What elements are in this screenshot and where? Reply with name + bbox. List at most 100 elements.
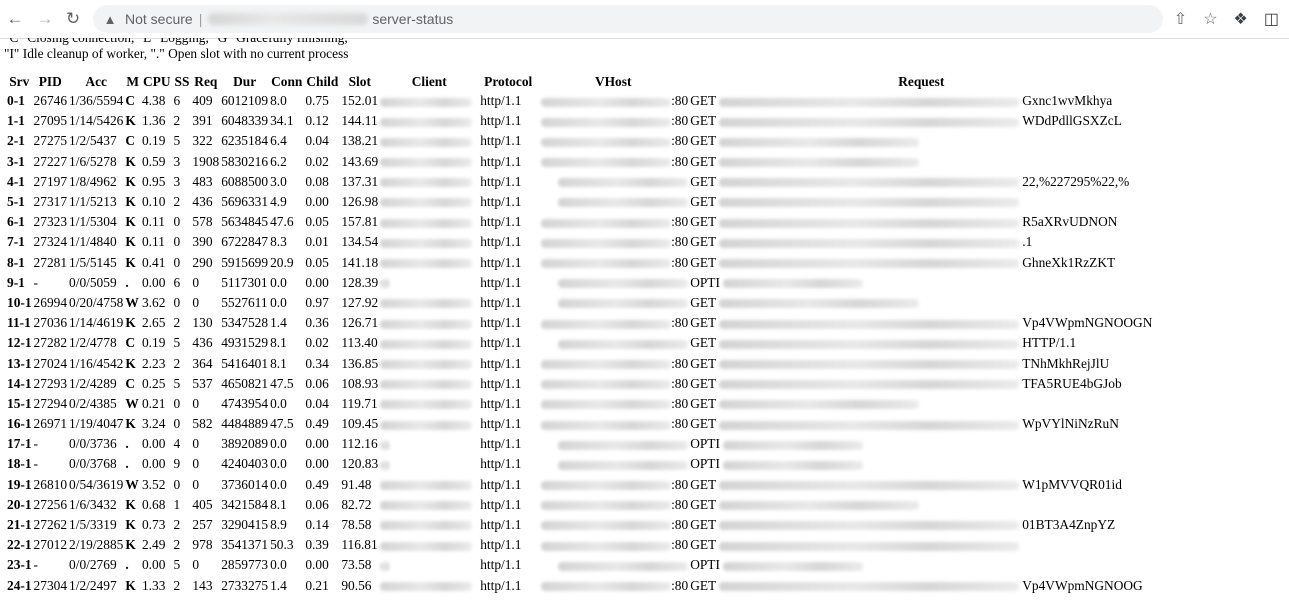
cell-vhost [537, 454, 689, 474]
table-row: 14-1 27293 1/2/4289 C 0.25 5 537 4650821 47.5 0.0… [6, 374, 1153, 394]
cell-slot: 143.69 [341, 153, 379, 169]
cell-client [379, 313, 479, 333]
side-panel-icon[interactable]: ◫ [1264, 9, 1279, 29]
cell-req: 483 [192, 173, 213, 189]
cell-acc: 1/2/5437 [69, 133, 117, 149]
forward-arrow-icon[interactable]: → [34, 8, 56, 30]
redacted-vhost [541, 259, 672, 269]
cell-cpu: 3.62 [141, 294, 166, 310]
cell-cpu: 0.41 [141, 254, 166, 270]
redacted-vhost [541, 218, 672, 228]
cell-conn: 0.0 [270, 436, 287, 452]
cell-srv: 1-1 [7, 113, 25, 129]
cell-pid: 27095 [33, 113, 68, 129]
redacted-request [719, 380, 1020, 390]
header-acc: Acc [85, 74, 107, 89]
cell-client [379, 152, 479, 172]
cell-protocol: http/1.1 [480, 294, 522, 310]
request-method: GET [690, 416, 717, 432]
table-row: 6-1 27323 1/1/5304 K 0.11 0 578 5634845 47.6 0.05… [6, 212, 1153, 232]
back-arrow-icon[interactable]: ← [4, 8, 26, 30]
cell-vhost: :80 [537, 91, 689, 111]
request-tail: TFA5RUE4bGJob [1022, 375, 1122, 391]
cell-child: 0.00 [305, 557, 329, 573]
cell-pid: 27227 [33, 153, 68, 169]
cell-req: 0 [192, 456, 200, 472]
cell-conn: 0.0 [270, 274, 287, 290]
redacted-request [719, 218, 1020, 228]
redacted-request [722, 460, 863, 470]
cell-request: GET [689, 495, 1153, 515]
cell-ss: 9 [173, 456, 181, 472]
cell-m: K [125, 113, 136, 129]
cell-slot: 136.85 [341, 355, 379, 371]
cell-protocol: http/1.1 [480, 537, 522, 553]
reload-icon[interactable]: ↻ [62, 8, 84, 30]
cell-acc: 2/19/2885 [69, 537, 124, 553]
request-method: GET [690, 194, 717, 210]
cell-cpu: 0.10 [141, 194, 166, 210]
cell-cpu: 2.49 [141, 537, 166, 553]
redacted-vhost [541, 420, 672, 430]
security-label[interactable]: Not secure [125, 11, 193, 27]
cell-client [379, 293, 479, 313]
redacted-client [380, 359, 473, 369]
bookmark-star-icon[interactable]: ☆ [1203, 9, 1217, 29]
table-row: 15-1 27294 0/2/4385 W 0.21 0 0 4743954 0.0 0.04 11… [6, 394, 1153, 414]
cell-client [379, 273, 479, 293]
cell-ss: 0 [173, 416, 181, 432]
cell-client [379, 434, 479, 454]
header-conn: Conn [271, 74, 303, 89]
cell-pid: 27036 [33, 315, 68, 331]
redacted-request [719, 137, 920, 147]
cell-conn: 1.4 [270, 577, 287, 593]
redacted-request [719, 582, 1020, 592]
request-method: OPTI [690, 436, 720, 452]
request-method: GET [690, 335, 717, 351]
cell-ss: 2 [173, 113, 181, 129]
address-bar[interactable]: ▲ Not secure | server-status [93, 5, 1163, 33]
browser-toolbar: ← → ↻ ▲ Not secure | server-status ⇧ ☆ ❖… [0, 0, 1289, 39]
table-row: 1-1 27095 1/14/5426 K 1.36 2 391 6048339 34.1 0.1… [6, 111, 1153, 131]
cell-request: GET GhneXk1RzZKT [689, 253, 1153, 273]
request-tail: WDdPdllGSXZcL [1022, 113, 1122, 129]
cell-protocol: http/1.1 [480, 375, 522, 391]
cell-vhost: :80 [537, 535, 689, 555]
cell-req: 0 [192, 436, 200, 452]
cell-conn: 34.1 [270, 113, 294, 129]
cell-pid: 27024 [33, 355, 68, 371]
redacted-client [380, 279, 391, 289]
redacted-request [722, 440, 863, 450]
share-icon[interactable]: ⇧ [1174, 9, 1187, 29]
cell-protocol: http/1.1 [480, 476, 522, 492]
cell-conn: 0.0 [270, 456, 287, 472]
redacted-client [380, 582, 473, 592]
cell-client [379, 111, 479, 131]
cell-pid: 26971 [33, 416, 68, 432]
cell-child: 0.36 [305, 315, 329, 331]
cell-protocol: http/1.1 [480, 113, 522, 129]
request-tail: W1pMVVQR01id [1022, 476, 1122, 492]
cell-child: 0.05 [305, 214, 329, 230]
cell-child: 0.21 [305, 577, 329, 593]
request-method: GET [690, 93, 717, 109]
cell-ss: 0 [173, 234, 181, 250]
cell-srv: 3-1 [7, 153, 25, 169]
cell-conn: 3.0 [270, 173, 287, 189]
cell-acc: 0/20/4758 [69, 294, 124, 310]
page-content: "C" Closing connection, "L" Logging, "G"… [0, 38, 1289, 596]
cell-slot: 78.58 [341, 517, 372, 533]
cell-req: 130 [192, 315, 213, 331]
table-row: 13-1 27024 1/16/4542 K 2.23 2 364 5416401 8.1 0.3… [6, 353, 1153, 373]
cell-dur: 3290415 [221, 517, 269, 533]
cell-slot: 116.81 [341, 537, 378, 553]
redacted-request [719, 97, 1020, 107]
cell-srv: 18-1 [7, 456, 32, 472]
cell-req: 0 [192, 557, 200, 573]
cell-acc: 1/2/4778 [69, 335, 117, 351]
cell-srv: 9-1 [7, 274, 25, 290]
cell-dur: 4484889 [221, 416, 269, 432]
cell-dur: 3736014 [221, 476, 269, 492]
extensions-puzzle-icon[interactable]: ❖ [1234, 9, 1248, 29]
cell-dur: 5915699 [221, 254, 269, 270]
